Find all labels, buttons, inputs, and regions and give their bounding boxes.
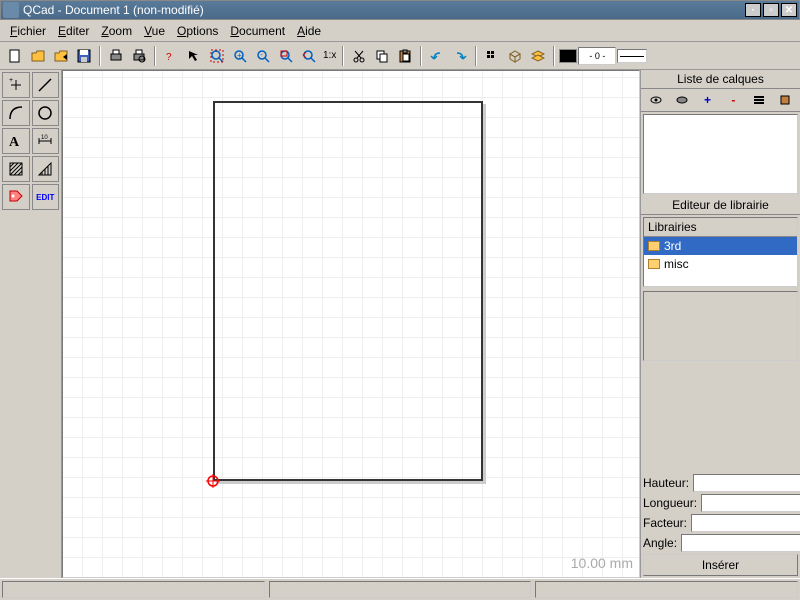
origin-marker <box>206 474 220 488</box>
factor-label: Facteur: <box>643 516 691 530</box>
svg-text:+: + <box>237 51 242 60</box>
linetype-dropdown[interactable] <box>617 49 647 63</box>
menubar: Fichier Editer Zoom Vue Options Document… <box>0 20 800 42</box>
main-toolbar: ? + - 1:x - 0 - <box>0 42 800 70</box>
menu-vue[interactable]: Vue <box>140 22 169 40</box>
open-recent-button[interactable] <box>50 45 72 67</box>
cut-button[interactable] <box>348 45 370 67</box>
layer-edit-icon[interactable] <box>750 91 768 109</box>
layer-add-icon[interactable]: + <box>699 91 717 109</box>
zoom-auto-button[interactable] <box>206 45 228 67</box>
app-icon <box>3 2 19 18</box>
menu-options[interactable]: Options <box>173 22 222 40</box>
factor-input[interactable] <box>691 514 800 532</box>
svg-text:+: + <box>9 77 13 84</box>
3d-view-button[interactable] <box>504 45 526 67</box>
library-tree-header: Librairies <box>644 218 797 237</box>
redo-button[interactable] <box>449 45 471 67</box>
folder-icon <box>648 259 660 269</box>
library-tree[interactable]: Librairies 3rd misc <box>643 217 798 287</box>
menu-aide[interactable]: Aide <box>293 22 325 40</box>
edit-tool[interactable]: EDIT <box>32 184 60 210</box>
save-button[interactable] <box>73 45 95 67</box>
linewidth-dropdown[interactable]: - 0 - <box>578 47 616 65</box>
svg-text:A: A <box>9 135 20 150</box>
tool-palette: + A 10 EDIT <box>0 70 62 578</box>
library-preview <box>643 291 798 361</box>
layer-remove-icon[interactable]: - <box>724 91 742 109</box>
layer-visibility-icon[interactable] <box>647 91 665 109</box>
open-button[interactable] <box>27 45 49 67</box>
point-tool[interactable]: + <box>2 72 30 98</box>
layers-button[interactable] <box>527 45 549 67</box>
minimize-button[interactable]: · <box>745 3 761 17</box>
layer-close-icon[interactable] <box>776 91 794 109</box>
print-preview-button[interactable] <box>128 45 150 67</box>
insert-button[interactable]: Insérer <box>643 554 798 576</box>
copy-button[interactable] <box>371 45 393 67</box>
hatch-tool[interactable] <box>2 156 30 182</box>
scale-indicator: 10.00 mm <box>571 555 633 571</box>
svg-text:10: 10 <box>41 135 48 141</box>
new-button[interactable] <box>4 45 26 67</box>
library-item-3rd[interactable]: 3rd <box>644 237 797 255</box>
zoom-in-button[interactable]: + <box>229 45 251 67</box>
angle-input[interactable] <box>681 534 800 552</box>
menu-document[interactable]: Document <box>226 22 289 40</box>
library-panel-title: Editeur de librairie <box>641 196 800 215</box>
folder-icon <box>648 241 660 251</box>
window-title: QCad - Document 1 (non-modifié) <box>23 3 745 17</box>
library-item-label: misc <box>664 257 689 271</box>
drawing-canvas[interactable]: 10.00 mm <box>62 70 640 578</box>
status-cell-2 <box>269 581 532 598</box>
circle-tool[interactable] <box>32 100 60 126</box>
line-tool[interactable] <box>32 72 60 98</box>
right-panel: Liste de calques + - Editeur de librairi… <box>640 70 800 578</box>
status-cell-3 <box>535 581 798 598</box>
layers-list[interactable] <box>643 114 798 194</box>
zoom-ratio-label[interactable]: 1:x <box>321 50 338 61</box>
close-button[interactable]: ✕ <box>781 3 797 17</box>
drawing-rectangle <box>213 101 483 481</box>
dimension-tool[interactable]: 10 <box>32 128 60 154</box>
print-button[interactable] <box>105 45 127 67</box>
measure-tool[interactable] <box>32 156 60 182</box>
status-cell-1 <box>2 581 265 598</box>
menu-editer[interactable]: Editer <box>54 22 93 40</box>
arc-tool[interactable] <box>2 100 30 126</box>
grid-button[interactable] <box>481 45 503 67</box>
zoom-out-button[interactable]: - <box>252 45 274 67</box>
statusbar <box>0 578 800 600</box>
color-swatch[interactable] <box>559 49 577 63</box>
maximize-button[interactable]: ▫ <box>763 3 779 17</box>
zoom-redraw-button[interactable]: ? <box>160 45 182 67</box>
svg-text:-: - <box>260 50 263 59</box>
zoom-cursor-button[interactable] <box>183 45 205 67</box>
zoom-window-button[interactable] <box>275 45 297 67</box>
layers-panel-title: Liste de calques <box>641 70 800 89</box>
height-input[interactable] <box>693 474 800 492</box>
angle-label: Angle: <box>643 536 681 550</box>
svg-text:?: ? <box>166 52 172 63</box>
library-item-misc[interactable]: misc <box>644 255 797 273</box>
height-label: Hauteur: <box>643 476 693 490</box>
tag-tool[interactable] <box>2 184 30 210</box>
text-tool[interactable]: A <box>2 128 30 154</box>
menu-zoom[interactable]: Zoom <box>97 22 136 40</box>
length-label: Longueur: <box>643 496 701 510</box>
titlebar: QCad - Document 1 (non-modifié) · ▫ ✕ <box>0 0 800 20</box>
paste-button[interactable] <box>394 45 416 67</box>
layer-freeze-icon[interactable] <box>673 91 691 109</box>
length-input[interactable] <box>701 494 800 512</box>
library-item-label: 3rd <box>664 239 681 253</box>
undo-button[interactable] <box>426 45 448 67</box>
zoom-pan-button[interactable] <box>298 45 320 67</box>
layers-toolbar: + - <box>641 89 800 112</box>
menu-fichier[interactable]: Fichier <box>6 22 50 40</box>
